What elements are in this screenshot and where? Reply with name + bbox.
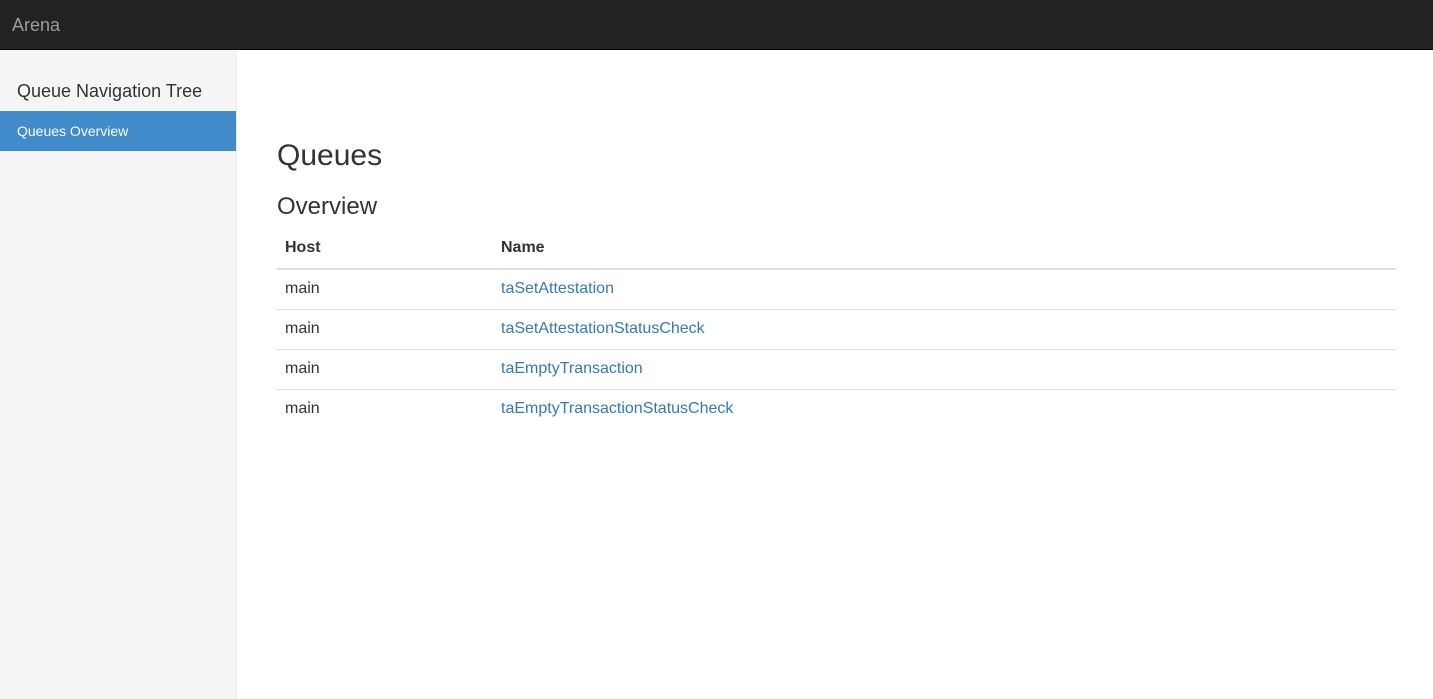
queue-link[interactable]: taSetAttestationStatusCheck <box>501 320 705 337</box>
queue-link[interactable]: taEmptyTransaction <box>501 360 643 377</box>
queue-link[interactable]: taEmptyTransactionStatusCheck <box>501 400 733 417</box>
table-row: main taEmptyTransactionStatusCheck <box>277 389 1396 429</box>
table-row: main taSetAttestationStatusCheck <box>277 309 1396 350</box>
sidebar-title: Queue Navigation Tree <box>17 81 203 101</box>
host-cell: main <box>277 269 493 310</box>
name-cell: taSetAttestation <box>493 269 1396 310</box>
name-cell: taSetAttestationStatusCheck <box>493 309 1396 350</box>
table-header-row: Host Name <box>277 228 1396 270</box>
name-cell: taEmptyTransactionStatusCheck <box>493 389 1396 429</box>
sidebar-item-queues-overview[interactable]: Queues Overview <box>0 111 236 151</box>
brand-link[interactable]: Arena <box>12 14 60 36</box>
host-cell: main <box>277 309 493 350</box>
name-cell: taEmptyTransaction <box>493 349 1396 390</box>
queue-link[interactable]: taSetAttestation <box>501 280 614 297</box>
section-title: Overview <box>277 193 378 220</box>
host-cell: main <box>285 400 320 418</box>
sidebar: Queue Navigation Tree Queues Overview <box>0 50 237 699</box>
table-row: main taSetAttestation <box>277 269 1396 310</box>
page-title: Queues <box>277 139 383 172</box>
host-cell: main <box>277 349 493 390</box>
column-header-name: Name <box>493 228 1396 270</box>
sidebar-item-label: Queues Overview <box>17 123 129 139</box>
table-row: main taEmptyTransaction <box>277 349 1396 390</box>
top-navbar: Arena <box>0 0 1433 50</box>
column-header-host: Host <box>277 228 493 270</box>
queues-table: Host Name main taSetAttestation main taS… <box>277 228 1396 429</box>
